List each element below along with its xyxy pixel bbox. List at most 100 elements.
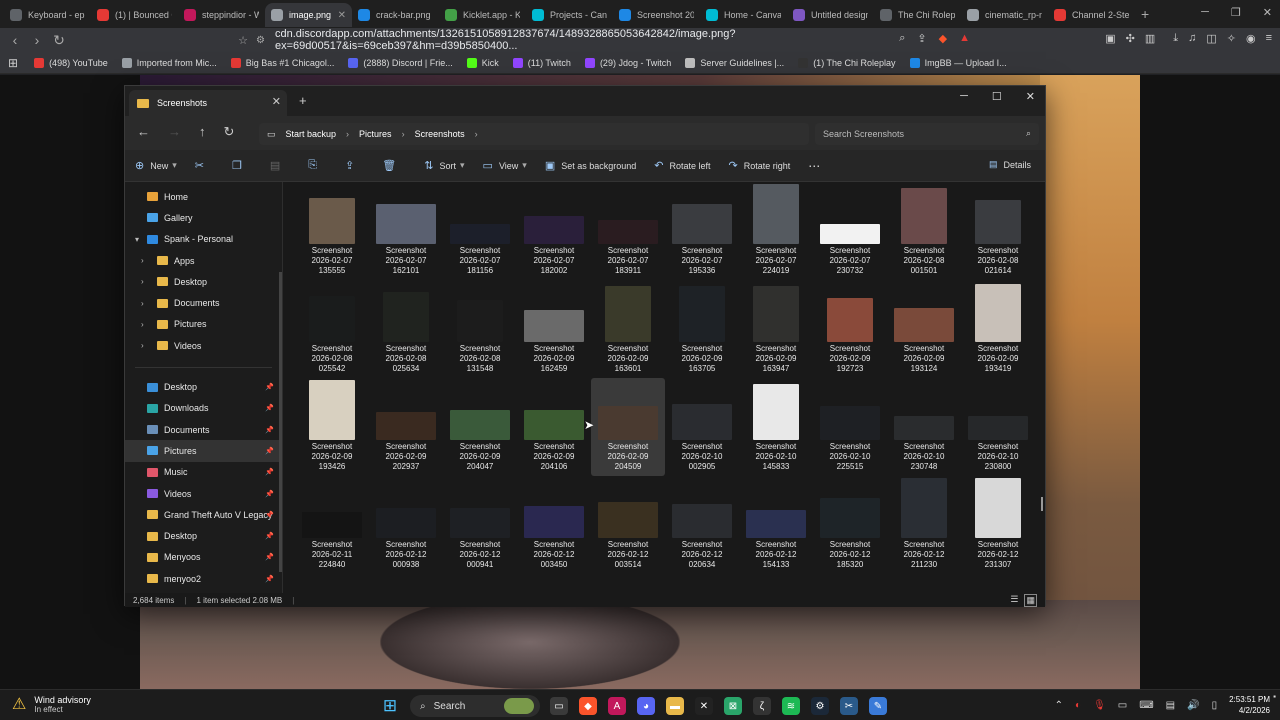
explorer-tab[interactable]: Screenshots ✕: [129, 90, 287, 116]
chevron-right-icon[interactable]: ›: [141, 299, 144, 308]
network-icon[interactable]: ▤: [1166, 700, 1175, 711]
file-item[interactable]: Screenshot 2026-02-09 192723: [813, 280, 887, 378]
pin-icon[interactable]: 📌: [265, 404, 274, 412]
brave-shield-icon[interactable]: ◆: [939, 32, 947, 45]
start-button-icon[interactable]: ⊞: [380, 696, 400, 716]
browser-tab[interactable]: crack-bar.png: [352, 3, 439, 27]
chevron-right-icon[interactable]: ›: [141, 256, 144, 265]
explorer-close-button[interactable]: ✕: [1026, 90, 1035, 103]
search-input[interactable]: Search Screenshots ⌕: [815, 123, 1039, 145]
explorer-up-icon[interactable]: ↑: [199, 124, 206, 140]
explorer-forward-icon[interactable]: →: [168, 124, 181, 140]
quick-access-videos[interactable]: Videos 📌: [125, 483, 282, 504]
taskbar-search[interactable]: ⌕ Search: [410, 695, 540, 717]
nav-item-spank-personal[interactable]: ▾ Spank - Personal: [125, 229, 282, 250]
nav-item-videos[interactable]: › Videos: [125, 335, 282, 356]
bookmark-item[interactable]: Kick: [466, 57, 499, 68]
file-item[interactable]: Screenshot 2026-02-10 002905: [665, 378, 739, 476]
brave-icon[interactable]: ◆: [579, 697, 597, 715]
browser-tab[interactable]: Keyboard - ep: [4, 3, 91, 27]
file-item[interactable]: Screenshot 2026-02-09 193426: [295, 378, 369, 476]
nav-item-apps[interactable]: › Apps: [125, 250, 282, 271]
set-background-button[interactable]: ▣ Set as background: [545, 159, 636, 172]
browser-tab[interactable]: steppindior - W: [178, 3, 265, 27]
explorer-back-icon[interactable]: ←: [137, 124, 150, 140]
rename-icon[interactable]: ⎘: [308, 159, 323, 172]
file-item[interactable]: [961, 574, 1035, 593]
address-bar[interactable]: ⚙ cdn.discordapp.com/attachments/1326151…: [256, 28, 976, 52]
nav-item-documents[interactable]: › Documents: [125, 292, 282, 313]
breadcrumb-pictures[interactable]: Pictures: [359, 129, 392, 139]
file-item[interactable]: Screenshot 2026-02-08 021614: [961, 182, 1035, 280]
details-view-icon[interactable]: ☰: [1010, 594, 1018, 607]
file-item[interactable]: Screenshot 2026-02-12 231307: [961, 476, 1035, 574]
pin-icon[interactable]: 📌: [265, 468, 274, 476]
file-item[interactable]: Screenshot 2026-02-10 225515: [813, 378, 887, 476]
reload-button[interactable]: ↻: [48, 32, 70, 49]
steam-icon[interactable]: ⚙: [811, 697, 829, 715]
brave-rewards-icon[interactable]: ▲: [959, 32, 970, 45]
file-item[interactable]: Screenshot 2026-02-09 202937: [369, 378, 443, 476]
zoom-icon[interactable]: ⌕: [899, 32, 905, 45]
rotate-right-button[interactable]: ↷ Rotate right: [729, 159, 791, 172]
file-item[interactable]: [517, 574, 591, 593]
file-item[interactable]: [295, 574, 369, 593]
breadcrumb-start-backup[interactable]: Start backup: [286, 129, 337, 139]
file-item[interactable]: Screenshot 2026-02-07 195336: [665, 182, 739, 280]
clock[interactable]: 2:53:51 PM 4/2/2026: [1229, 694, 1270, 716]
bookmark-item[interactable]: Big Bas #1 Chicagol...: [230, 57, 334, 68]
file-item[interactable]: Screenshot 2026-02-10 230748: [887, 378, 961, 476]
file-item[interactable]: Screenshot 2026-02-07 182002: [517, 182, 591, 280]
file-item[interactable]: [887, 574, 961, 593]
bookmark-item[interactable]: (2888) Discord | Frie...: [348, 57, 453, 68]
copy-icon[interactable]: ❐: [232, 159, 248, 172]
explorer-new-tab-button[interactable]: +: [299, 93, 307, 108]
chevron-right-icon[interactable]: ›: [141, 320, 144, 329]
quick-access-desktop[interactable]: Desktop 📌: [125, 376, 282, 397]
file-item[interactable]: Screenshot 2026-02-07 135555: [295, 182, 369, 280]
file-item[interactable]: Screenshot 2026-02-12 000941: [443, 476, 517, 574]
bookmark-item[interactable]: (498) YouTube: [34, 57, 108, 68]
bookmark-icon[interactable]: ☆: [232, 34, 254, 47]
puzzle-icon[interactable]: ✣: [1126, 32, 1135, 45]
file-item[interactable]: Screenshot 2026-02-09 193419: [961, 280, 1035, 378]
file-item[interactable]: Screenshot 2026-02-12 003450: [517, 476, 591, 574]
file-item[interactable]: Screenshot 2026-02-12 020634: [665, 476, 739, 574]
quick-access-menyoos[interactable]: Menyoos 📌: [125, 547, 282, 568]
chevron-right-icon[interactable]: ›: [141, 341, 144, 350]
file-item[interactable]: Screenshot 2026-02-10 145833: [739, 378, 813, 476]
pin-icon[interactable]: 📌: [265, 426, 274, 434]
file-item[interactable]: Screenshot 2026-02-08 025634: [369, 280, 443, 378]
nav-item-gallery[interactable]: Gallery: [125, 207, 282, 228]
browser-tab[interactable]: Screenshot 202: [613, 3, 700, 27]
file-item[interactable]: Screenshot 2026-02-09 193124: [887, 280, 961, 378]
file-explorer-icon[interactable]: ▭: [550, 697, 568, 715]
edit-icon[interactable]: ✎: [869, 697, 887, 715]
media-icon[interactable]: ♫: [1188, 32, 1196, 45]
browser-tab[interactable]: image.png ✕: [265, 3, 352, 27]
share-icon[interactable]: ⇪: [345, 159, 360, 172]
chevron-down-icon[interactable]: ▾: [135, 235, 139, 244]
file-item[interactable]: Screenshot 2026-02-07 183911: [591, 182, 665, 280]
explorer-minimize-button[interactable]: ─: [960, 90, 968, 103]
file-item[interactable]: Screenshot 2026-02-09 163947: [739, 280, 813, 378]
volume-icon[interactable]: 🔊: [1187, 700, 1199, 711]
breadcrumb-screenshots[interactable]: Screenshots: [415, 129, 465, 139]
vpn-icon[interactable]: ◉: [1246, 32, 1256, 45]
quick-access-desktop[interactable]: Desktop 📌: [125, 525, 282, 546]
paste-icon[interactable]: ▤: [270, 159, 286, 172]
pin-icon[interactable]: 📌: [265, 511, 274, 519]
browser-tab[interactable]: Kicklet.app - Ki: [439, 3, 526, 27]
explorer-refresh-icon[interactable]: ↻: [224, 124, 235, 140]
file-item[interactable]: Screenshot 2026-02-09 204047: [443, 378, 517, 476]
file-item[interactable]: Screenshot 2026-02-10 230800: [961, 378, 1035, 476]
maximize-button[interactable]: ❐: [1231, 6, 1241, 19]
explorer-maximize-button[interactable]: ☐: [992, 90, 1002, 103]
file-item[interactable]: Screenshot 2026-02-07 181156: [443, 182, 517, 280]
display-icon[interactable]: ▭: [1118, 700, 1127, 711]
quick-access-music[interactable]: Music 📌: [125, 462, 282, 483]
chevron-up-icon[interactable]: ⌃: [1055, 700, 1063, 711]
ai-icon[interactable]: ✧: [1227, 32, 1236, 45]
bookmark-item[interactable]: (1) The Chi Roleplay: [798, 57, 896, 68]
file-item[interactable]: Screenshot 2026-02-09 163601: [591, 280, 665, 378]
